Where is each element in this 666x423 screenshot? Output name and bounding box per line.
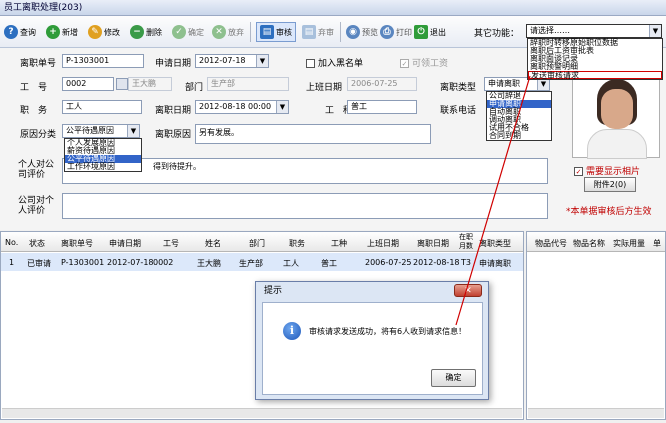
annotation-line <box>455 75 531 326</box>
